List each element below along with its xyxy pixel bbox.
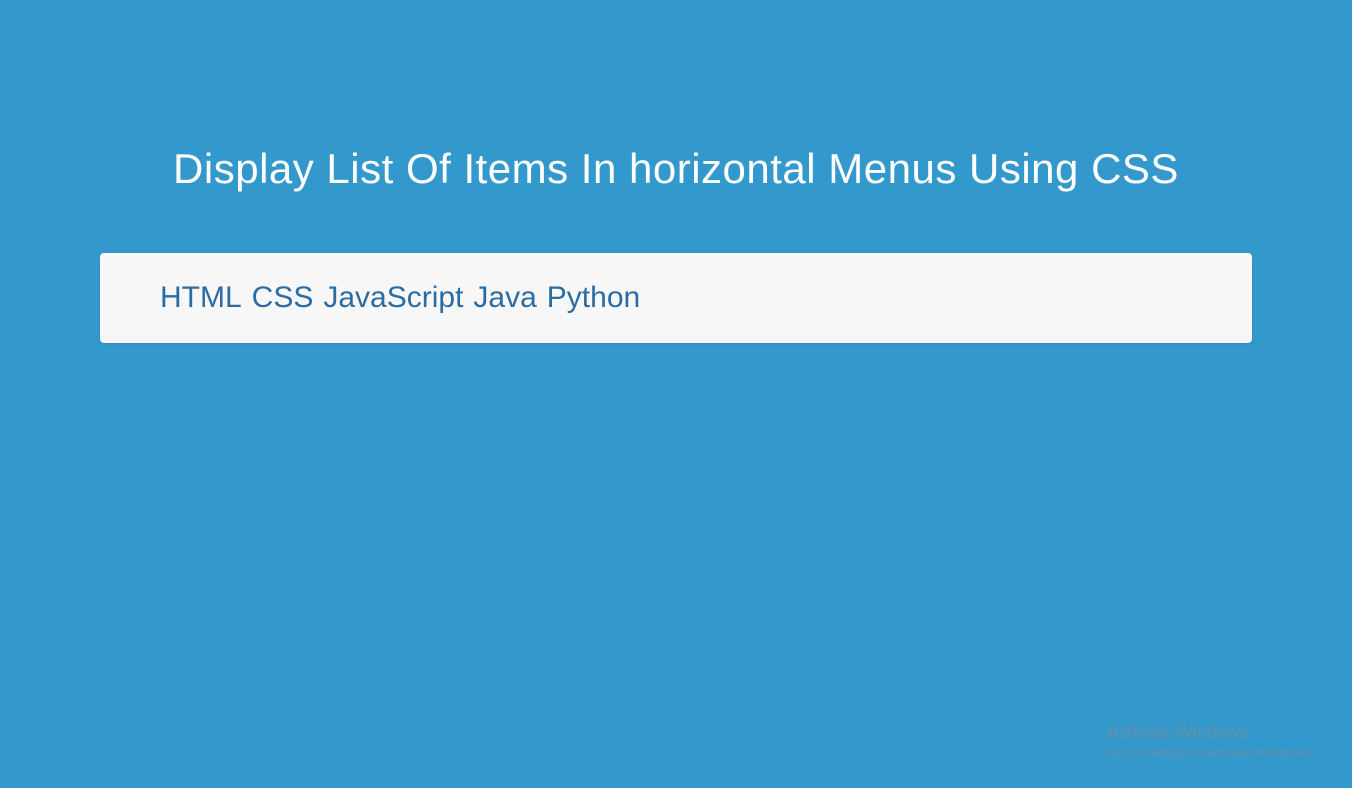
menu-item-java[interactable]: Java [473, 281, 536, 315]
page-title: Display List Of Items In horizontal Menu… [100, 145, 1252, 193]
menu-item-css[interactable]: CSS [252, 281, 314, 315]
menu-box: HTML CSS JavaScript Java Python [100, 253, 1252, 343]
main-container: Display List Of Items In horizontal Menu… [0, 145, 1352, 343]
menu-item-python[interactable]: Python [547, 281, 640, 315]
watermark-title: Activate Windows [1107, 722, 1312, 743]
windows-watermark: Activate Windows Go to Settings to activ… [1107, 722, 1312, 760]
menu-item-html[interactable]: HTML [160, 281, 242, 315]
menu-list: HTML CSS JavaScript Java Python [160, 281, 1192, 315]
menu-item-javascript[interactable]: JavaScript [323, 281, 463, 315]
watermark-subtitle: Go to Settings to activate Windows. [1107, 745, 1312, 760]
